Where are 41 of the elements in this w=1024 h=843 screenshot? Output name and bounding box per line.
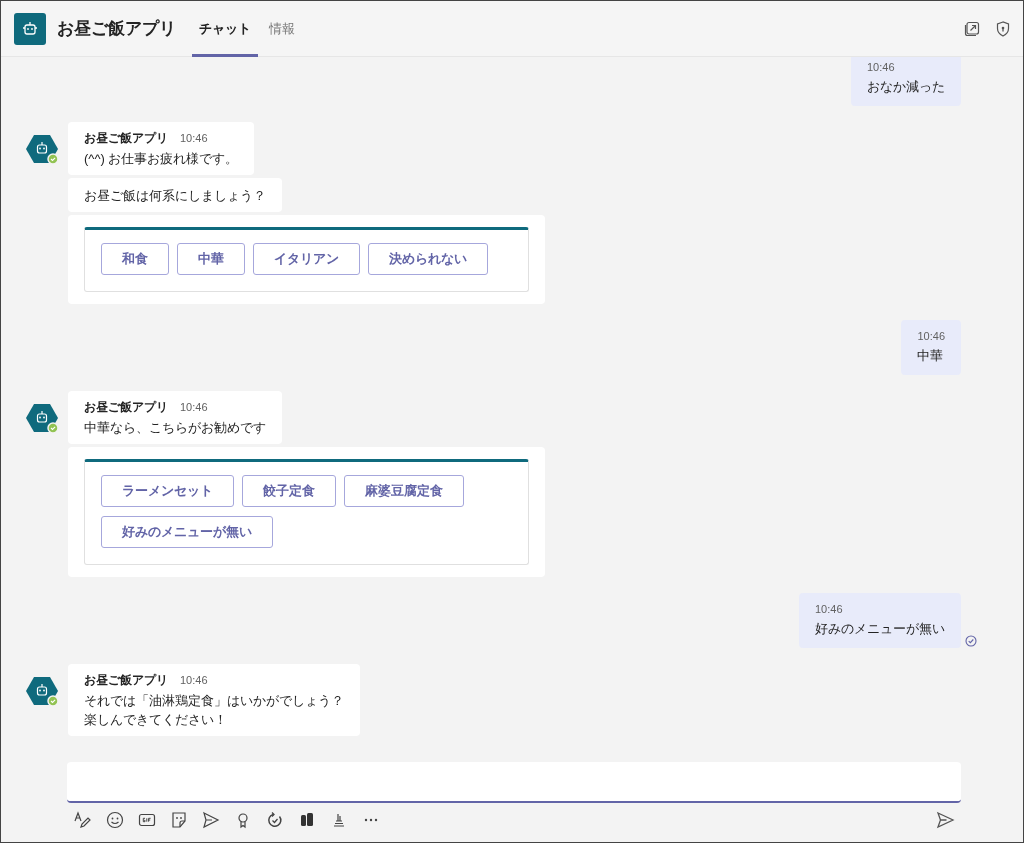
message-time: 10:46 xyxy=(917,330,945,342)
choice-button[interactable]: 好みのメニューが無い xyxy=(101,516,273,548)
message-text: おなか減った xyxy=(867,78,945,96)
choice-button[interactable]: 麻婆豆腐定食 xyxy=(344,475,464,507)
tab[interactable]: 情報 xyxy=(262,1,302,57)
format-icon[interactable] xyxy=(73,810,93,830)
message-time: 10:46 xyxy=(815,603,844,615)
message-text: 楽しんできてください！ xyxy=(84,711,228,729)
choice-button[interactable]: 決められない xyxy=(368,243,488,275)
message-text: 好みのメニューが無い xyxy=(815,620,945,638)
emoji-icon[interactable] xyxy=(105,810,125,830)
message-input-field[interactable] xyxy=(67,762,961,803)
choice-button[interactable]: 餃子定食 xyxy=(242,475,336,507)
message-text: 中華なら、こちらがお勧めです xyxy=(84,419,266,437)
message-text: お昼ご飯は何系にしましょう？ xyxy=(84,187,266,205)
tab[interactable]: チャット xyxy=(192,1,258,57)
send-icon[interactable] xyxy=(935,810,955,830)
sender-name: お昼ご飯アプリ xyxy=(84,399,168,416)
sticker-icon[interactable] xyxy=(169,810,189,830)
bot-avatar-icon xyxy=(26,134,60,166)
choice-button[interactable]: 和食 xyxy=(101,243,169,275)
bot-avatar-icon xyxy=(26,676,60,708)
message-time: 10:46 xyxy=(180,401,208,413)
popout-icon[interactable] xyxy=(964,20,980,37)
message-time: 10:46 xyxy=(180,132,208,144)
message-text: 中華 xyxy=(917,347,945,365)
robot-app-icon xyxy=(14,12,46,45)
app-title: お昼ご飯アプリ xyxy=(57,18,176,40)
bot-avatar-icon xyxy=(26,403,60,435)
sender-name: お昼ご飯アプリ xyxy=(84,130,168,147)
shield-icon[interactable] xyxy=(995,20,1011,37)
choice-button[interactable]: ラーメンセット xyxy=(101,475,234,507)
message-text: (^^) お仕事お疲れ様です。 xyxy=(84,150,239,168)
choice-button[interactable]: イタリアン xyxy=(253,243,360,275)
send-outline-icon[interactable] xyxy=(201,810,221,830)
message-text: それでは「油淋鶏定食」はいかがでしょう？ xyxy=(84,692,344,710)
read-check-icon xyxy=(965,635,977,647)
sender-name: お昼ご飯アプリ xyxy=(84,672,168,689)
message-time: 10:46 xyxy=(867,61,896,73)
choice-button[interactable]: 中華 xyxy=(177,243,245,275)
message-time: 10:46 xyxy=(180,674,208,686)
